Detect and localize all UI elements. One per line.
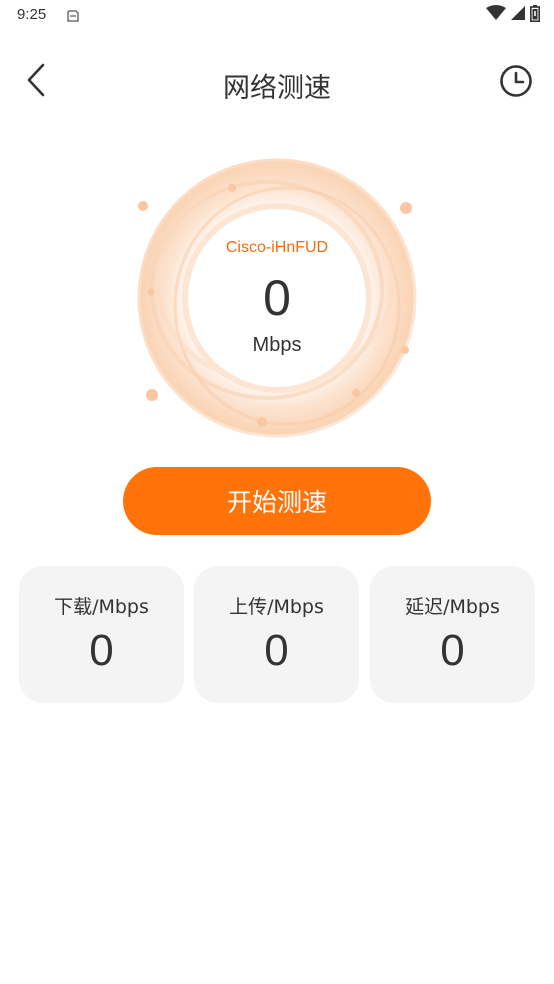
- start-test-button[interactable]: 开始测速: [123, 467, 431, 535]
- speed-value: 0: [263, 270, 291, 326]
- battery-icon: [530, 4, 540, 26]
- download-card: 下载/Mbps 0: [19, 566, 184, 703]
- status-bar: 9:25: [0, 0, 554, 30]
- clock-icon: [499, 64, 533, 102]
- latency-card: 延迟/Mbps 0: [370, 566, 535, 703]
- download-value: 0: [89, 626, 114, 675]
- latency-label: 延迟/Mbps: [405, 596, 500, 618]
- upload-card: 上传/Mbps 0: [194, 566, 359, 703]
- history-button[interactable]: [498, 65, 534, 101]
- status-icons: [486, 4, 540, 26]
- upload-label: 上传/Mbps: [229, 596, 324, 618]
- speed-unit: Mbps: [252, 334, 302, 356]
- page-title: 网络测速: [223, 73, 331, 104]
- notification-icon: [66, 8, 80, 22]
- app-bar: 网络测速: [0, 52, 554, 112]
- latency-value: 0: [440, 626, 465, 675]
- download-label: 下载/Mbps: [54, 596, 149, 618]
- wifi-icon: [486, 5, 506, 25]
- speed-gauge: Cisco-iHnFUD 0 Mbps: [127, 150, 427, 450]
- status-time: 9:25: [17, 6, 47, 23]
- upload-value: 0: [264, 626, 289, 675]
- stats-row: 下载/Mbps 0 上传/Mbps 0 延迟/Mbps 0: [19, 566, 535, 703]
- signal-icon: [510, 5, 526, 25]
- network-ssid: Cisco-iHnFUD: [225, 239, 329, 256]
